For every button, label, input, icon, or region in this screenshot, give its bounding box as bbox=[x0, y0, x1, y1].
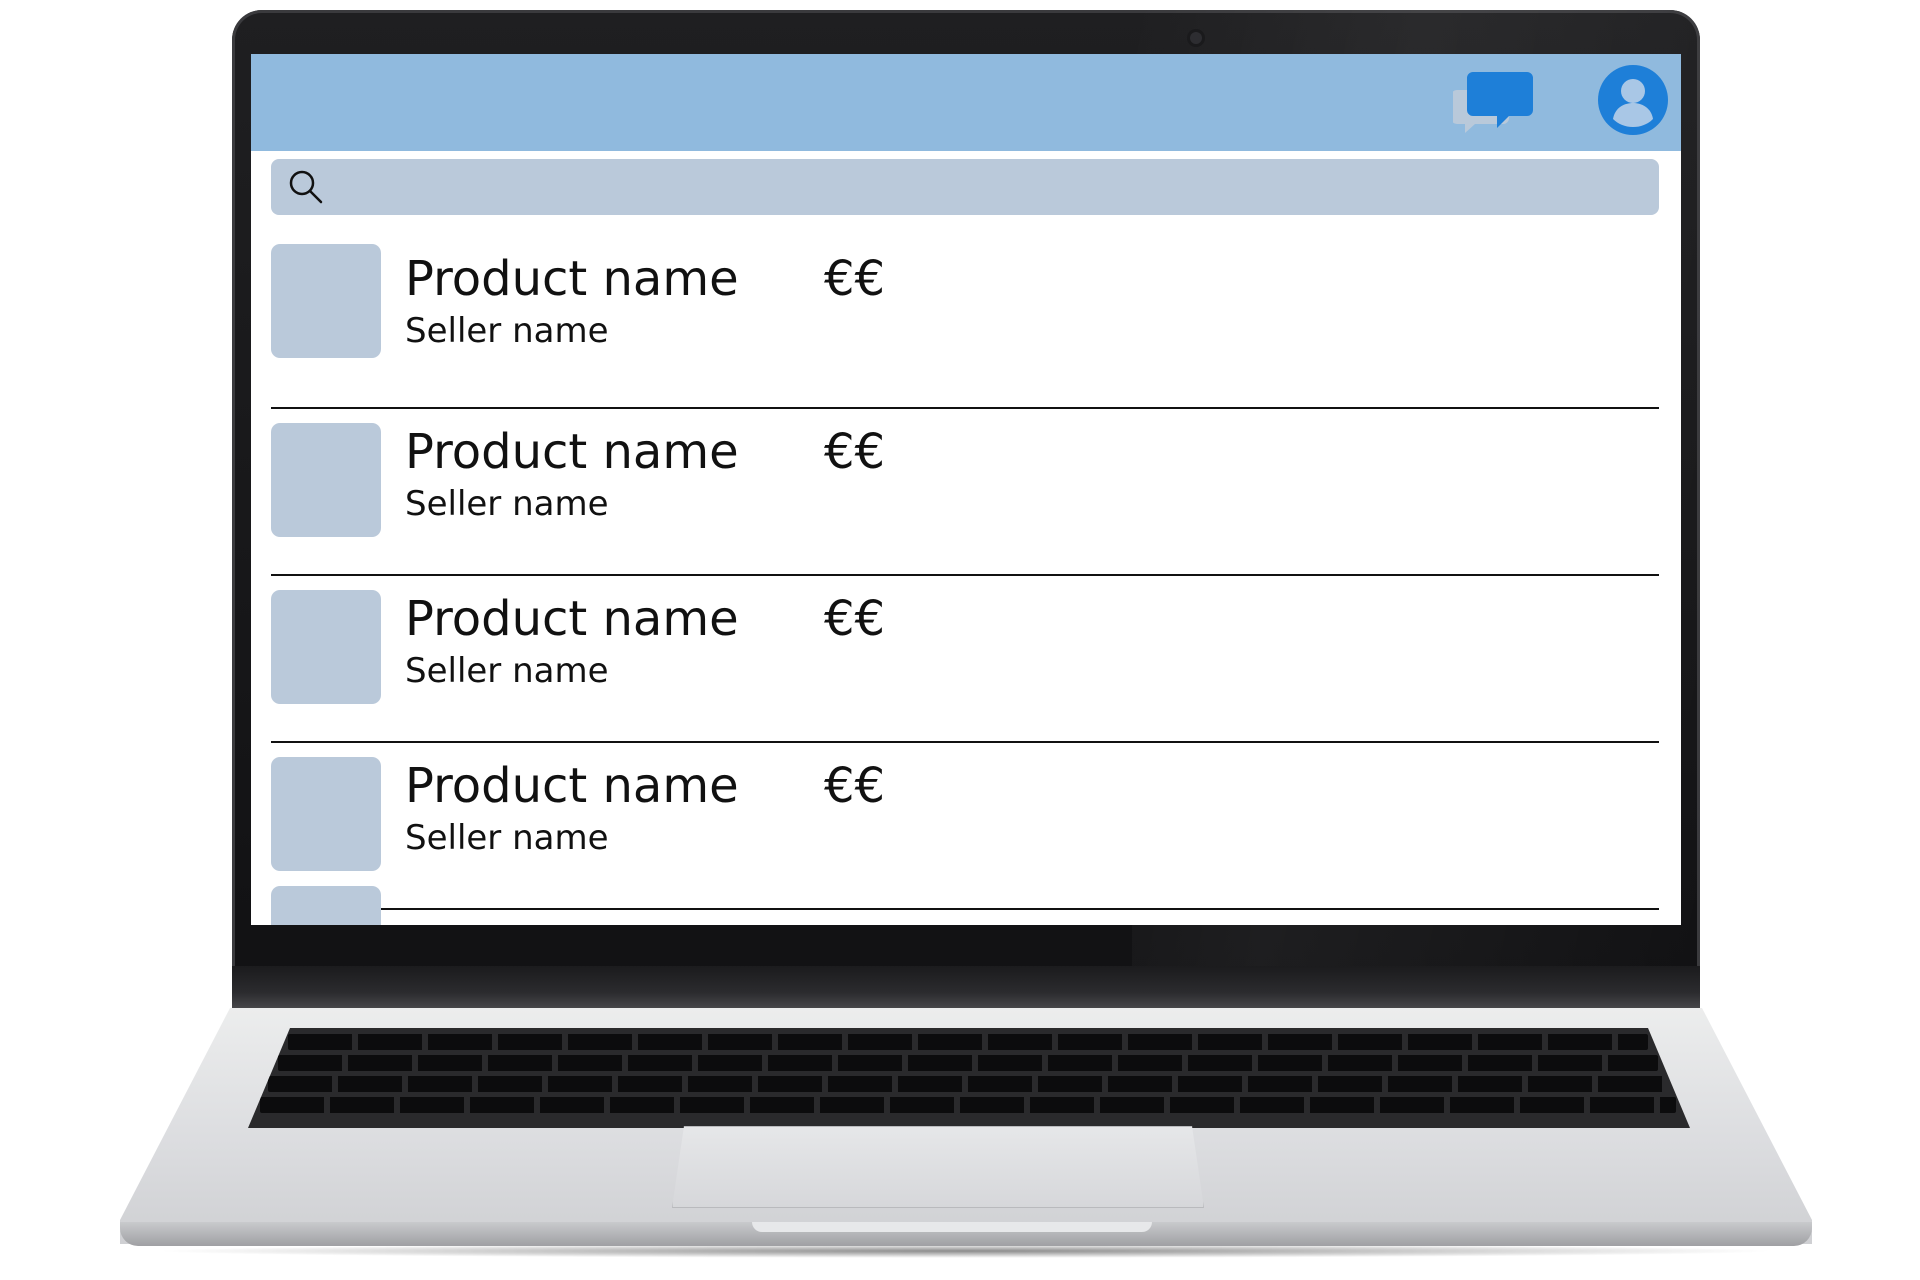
app-screen: Product name Seller name €€ Product name… bbox=[251, 54, 1681, 925]
product-list-item[interactable]: Product name Seller name €€ bbox=[271, 578, 1659, 743]
seller-name: Seller name bbox=[405, 651, 609, 691]
search-input[interactable] bbox=[335, 159, 1649, 217]
product-list-item[interactable]: Product name Seller name €€ bbox=[271, 411, 1659, 576]
product-name: Product name bbox=[405, 251, 739, 307]
key-row bbox=[278, 1055, 1658, 1071]
search-bar[interactable] bbox=[271, 159, 1659, 217]
seller-name: Seller name bbox=[405, 818, 609, 858]
keyboard bbox=[248, 1028, 1690, 1128]
key-row bbox=[268, 1076, 1668, 1092]
seller-name: Seller name bbox=[405, 484, 609, 524]
product-price: €€ bbox=[824, 591, 886, 647]
product-price: €€ bbox=[824, 251, 886, 307]
product-name: Product name bbox=[405, 424, 739, 480]
laptop-hinge bbox=[232, 966, 1700, 1010]
product-thumbnail-partial bbox=[271, 886, 381, 925]
product-list-item[interactable]: Product name Seller name €€ bbox=[271, 745, 1659, 910]
search-icon bbox=[287, 168, 325, 206]
product-list: Product name Seller name €€ Product name… bbox=[271, 244, 1659, 910]
product-thumbnail bbox=[271, 423, 381, 537]
product-name: Product name bbox=[405, 758, 739, 814]
product-thumbnail bbox=[271, 757, 381, 871]
product-thumbnail bbox=[271, 244, 381, 358]
lid-notch bbox=[752, 1222, 1152, 1232]
seller-name: Seller name bbox=[405, 311, 609, 351]
laptop-shadow bbox=[150, 1244, 1780, 1258]
product-list-item[interactable]: Product name Seller name €€ bbox=[271, 244, 1659, 409]
top-bar bbox=[251, 54, 1681, 151]
product-name: Product name bbox=[405, 591, 739, 647]
product-price: €€ bbox=[824, 758, 886, 814]
key-row bbox=[260, 1097, 1676, 1113]
chat-bubbles-icon[interactable] bbox=[1451, 68, 1533, 134]
key-row bbox=[288, 1034, 1648, 1050]
user-account-icon[interactable] bbox=[1596, 63, 1670, 137]
touchpad bbox=[672, 1126, 1204, 1208]
webcam bbox=[1190, 32, 1202, 44]
product-price: €€ bbox=[824, 424, 886, 480]
product-thumbnail bbox=[271, 590, 381, 704]
